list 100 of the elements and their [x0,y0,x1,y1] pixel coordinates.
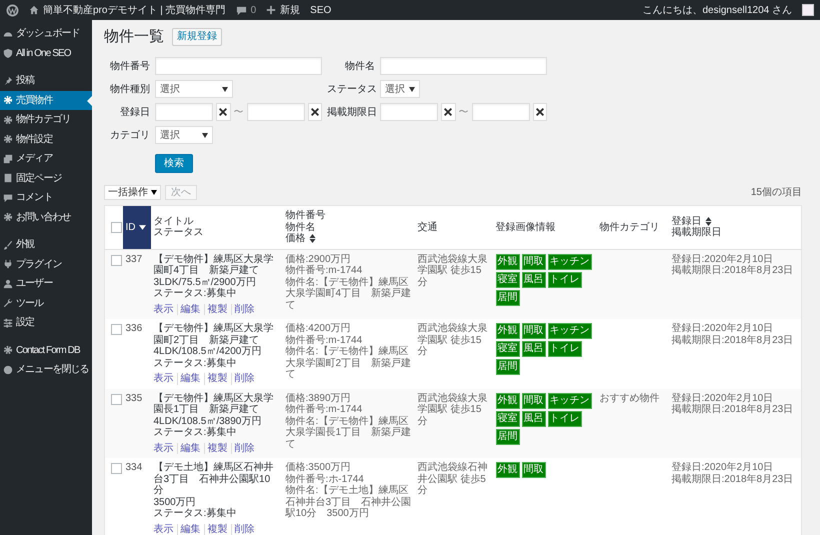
status-text: ステータス:募集中 [154,508,238,520]
column-heading[interactable]: 物件番号 [286,210,326,222]
date-field[interactable] [472,103,530,121]
column-heading[interactable]: 掲載期限日 [672,227,722,239]
item-count: 15個の項目 [750,186,802,200]
input-field[interactable] [380,57,547,75]
logo-icon[interactable] [6,4,19,16]
id-cell: 336 [126,323,142,334]
field-label: 物件名 [344,60,375,74]
menu-item[interactable]: 物件カテゴリ [0,110,92,130]
avatar[interactable] [802,4,814,16]
date-field[interactable] [155,103,213,121]
column-heading[interactable]: 物件名 [286,222,316,233]
speech-bubble-icon [236,4,247,16]
menu-item[interactable]: コメント [0,188,92,208]
plus-icon [266,5,276,15]
row-action-link[interactable]: 削除 [230,373,258,384]
column-heading[interactable]: ステータス [154,227,204,239]
status-text: ステータス:募集中 [154,288,238,300]
row-action-link[interactable]: 複製 [204,524,230,535]
row-action-link[interactable]: 表示 [154,304,176,315]
field-label: カテゴリ [110,128,150,142]
row-action-link[interactable]: 複製 [204,442,230,454]
menu-item[interactable]: 物件設定 [0,130,92,149]
field-label: 掲載期限日 [327,106,375,120]
info-text: 物件番号:m-1744 [286,334,364,346]
date-field[interactable] [380,103,438,121]
sorted-column-header[interactable]: ID [122,206,150,249]
row-action-link[interactable]: 複製 [204,373,230,384]
image-tag: 外観 [496,462,520,478]
image-tag: キッチン [548,392,592,408]
site-name-link[interactable]: 簡単不動産proデモサイト | 売買物件専門 [29,2,226,18]
menu-item[interactable]: お問い合わせ [0,208,92,227]
row-action-link[interactable]: 編集 [176,524,204,535]
row-action-link[interactable]: 表示 [154,373,176,384]
menu-item[interactable]: 投稿 [0,71,92,90]
menu-item[interactable]: プラグイン [0,254,92,274]
column-heading[interactable]: 物件カテゴリ [600,222,660,233]
row-action-link[interactable]: 表示 [154,442,176,454]
clear-button[interactable] [441,103,456,121]
menu-item[interactable]: Contact Form DB [0,340,92,360]
seo-link[interactable]: SEO [310,2,332,18]
date-text: 登録日:2020年2月10日 [672,254,774,264]
row-action-link[interactable]: 編集 [176,373,204,384]
row-action-link[interactable]: 削除 [230,304,258,315]
info-text: 価格:3890万円 [286,392,352,404]
home-icon [29,5,39,15]
row-action-link[interactable]: 削除 [230,442,258,454]
user-icon [3,278,13,289]
menu-item[interactable]: メディア [0,149,92,168]
row-action-link[interactable]: 削除 [230,524,258,535]
date-field[interactable] [246,103,304,121]
clear-button[interactable] [532,103,547,121]
date-text: 掲載期限日:2018年8月23日 [672,265,794,276]
menu-item[interactable]: ダッシュボード [0,24,92,44]
select-field[interactable]: 選択 [155,126,213,144]
comments-link[interactable]: 0 [236,2,256,18]
select-all-checkbox[interactable] [111,222,122,234]
column-heading[interactable]: 登録画像情報 [496,222,556,233]
menu-item[interactable]: ツール [0,294,92,313]
image-tag: 寝室 [496,410,520,426]
menu-item[interactable]: 外観 [0,235,92,254]
column-heading[interactable]: タイトル [154,216,194,228]
sort-icon[interactable] [308,234,316,244]
row-checkbox[interactable] [111,394,122,404]
menu-item[interactable]: 売買物件 [0,90,92,110]
new-link[interactable]: 新規 [266,2,300,18]
bulk-action-select[interactable]: 一括操作 [104,185,161,200]
menu-item[interactable]: ユーザー [0,274,92,294]
column-heading[interactable]: 登録日 [672,216,702,228]
row-action-link[interactable]: 複製 [204,304,230,315]
info-text: 物件名:【デモ土地】練馬区石神井台3丁目 石神井公園駅10分 3500万円 [286,485,412,520]
search-button[interactable]: 検索 [155,154,193,173]
field-label: 物件番号 [110,60,150,74]
status-text: ステータス:募集中 [154,358,238,369]
greeting-link[interactable]: こんにちは、designsell1204 さん [642,2,792,18]
menu-item[interactable]: 固定ページ [0,168,92,188]
row-checkbox[interactable] [111,324,122,335]
row-action-link[interactable]: 表示 [154,524,176,535]
menu-item[interactable]: メニューを閉じる [0,360,92,380]
select-field[interactable]: 選択 [380,80,420,98]
gear-icon [3,134,13,144]
select-field[interactable]: 選択 [155,80,233,98]
column-heading[interactable]: 交通 [418,222,438,233]
menu-item[interactable]: 設定 [0,313,92,332]
summary-text: 4LDK/108.5㎡/4200万円 [154,346,262,358]
column-heading[interactable]: 価格 [286,233,306,244]
date-text: 登録日:2020年2月10日 [672,462,774,474]
row-action-link[interactable]: 編集 [176,304,204,315]
image-tag: 風呂 [522,272,546,288]
clear-button[interactable] [308,103,322,121]
menu-item[interactable]: All in One SEO [0,44,92,63]
row-checkbox[interactable] [111,463,122,474]
sort-icon[interactable] [704,217,712,226]
add-new-button[interactable]: 新規登録 [172,28,222,46]
clear-button[interactable] [216,103,230,121]
row-checkbox[interactable] [111,254,122,266]
input-field[interactable] [155,57,322,75]
column-heading[interactable]: ID [126,222,136,233]
row-action-link[interactable]: 編集 [176,442,204,454]
